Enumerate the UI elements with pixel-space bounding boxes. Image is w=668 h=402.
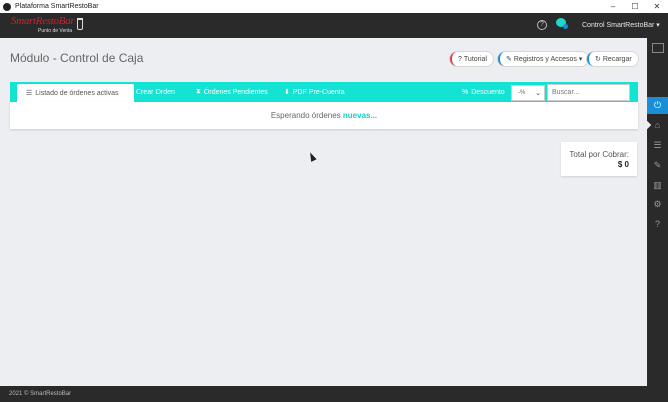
total-value: $ 0 xyxy=(617,160,629,169)
maximize-button[interactable]: ☐ xyxy=(624,0,646,13)
tab-pendientes-label: Órdenes Pendientes xyxy=(203,88,268,96)
menu-icon xyxy=(651,43,664,53)
user-menu[interactable]: Control SmartRestoBar ▾ xyxy=(582,21,660,29)
tutorial-button[interactable]: ? Tutorial xyxy=(450,52,493,66)
total-label: Total por Cobrar: xyxy=(569,150,629,159)
tab-crear-orden[interactable]: Crear Orden xyxy=(136,82,175,102)
sidebar-item-settings[interactable]: ⚙ xyxy=(647,195,668,213)
chat-notification-icon[interactable] xyxy=(556,18,568,30)
list-icon: ☰ xyxy=(653,139,662,150)
registros-label: Registros y Accesos ▾ xyxy=(513,56,583,63)
bar-chart-icon: ▥ xyxy=(653,179,662,190)
question-circle-icon: ? xyxy=(458,55,462,63)
edit-icon: ✎ xyxy=(653,159,662,170)
sidebar-item-list[interactable]: ☰ xyxy=(647,136,668,154)
minimize-button[interactable]: – xyxy=(602,0,624,13)
list-icon: ☰ xyxy=(26,90,33,97)
tab-listado[interactable]: ☰ Listado de órdenes activas xyxy=(17,84,134,102)
refresh-icon: ↻ xyxy=(595,56,601,63)
window-title: Plataforma SmartRestoBar xyxy=(15,3,99,10)
download-icon: ⬇ xyxy=(284,89,290,96)
percent-icon: % xyxy=(462,88,469,96)
sidebar-menu-toggle[interactable] xyxy=(647,40,668,56)
app-icon xyxy=(3,2,11,11)
waiting-message: Esperando órdenes nuevas... xyxy=(10,111,638,120)
search-input[interactable] xyxy=(547,84,630,101)
app-header: SmartRestoBar Punto de Venta ? Control S… xyxy=(0,13,668,38)
descuento-button[interactable]: % Descuento xyxy=(462,82,505,102)
discount-select[interactable]: -% ⌄ xyxy=(511,85,545,101)
logo-brand: SmartRestoBar xyxy=(11,15,75,27)
sidebar-item-edit[interactable]: ✎ xyxy=(647,156,668,174)
tab-pdf-label: PDF Pre-Cuenta xyxy=(292,88,345,96)
window-controls: – ☐ ✕ xyxy=(602,0,668,13)
home-icon: ⌂ xyxy=(654,120,661,130)
registros-accesos-button[interactable]: ✎ Registros y Accesos ▾ xyxy=(498,52,589,66)
tab-pdf-precuenta[interactable]: ⬇ PDF Pre-Cuenta xyxy=(284,82,345,102)
tab-crear-label: Crear Orden xyxy=(136,88,175,96)
tutorial-label: Tutorial xyxy=(463,55,487,63)
close-button[interactable]: ✕ xyxy=(646,0,668,13)
hourglass-icon: ⧗ xyxy=(196,88,201,95)
mouse-cursor-icon xyxy=(307,151,317,162)
recargar-button[interactable]: ↻ Recargar xyxy=(587,52,638,66)
waiting-text: Esperando órdenes xyxy=(270,111,341,120)
power-icon: ⏻ xyxy=(653,100,662,110)
window-titlebar: Plataforma SmartRestoBar – ☐ ✕ xyxy=(0,0,668,13)
help-icon[interactable]: ? xyxy=(537,20,547,30)
discount-select-value: -% xyxy=(518,90,526,96)
sidebar-item-help[interactable]: ? xyxy=(647,215,668,233)
gear-icon: ⚙ xyxy=(653,198,662,209)
footer: 2021 © SmartRestoBar xyxy=(0,386,647,402)
tab-ordenes-pendientes[interactable]: ⧗ Órdenes Pendientes xyxy=(196,82,268,102)
edit-icon: ✎ xyxy=(506,56,512,63)
recargar-label: Recargar xyxy=(602,55,632,63)
logo[interactable]: SmartRestoBar Punto de Venta xyxy=(11,16,83,35)
orders-panel: Esperando órdenes nuevas... xyxy=(10,102,638,129)
chevron-down-icon: ⌄ xyxy=(535,90,541,97)
sidebar-item-reports[interactable]: ▥ xyxy=(647,176,668,194)
logo-cup-icon xyxy=(77,18,83,30)
question-circle-icon: ? xyxy=(654,219,660,229)
sidebar-item-power[interactable]: ⏻ xyxy=(647,97,668,114)
tab-listado-label: Listado de órdenes activas xyxy=(35,89,119,97)
page-title: Módulo - Control de Caja xyxy=(10,51,144,65)
total-card: Total por Cobrar: $ 0 xyxy=(561,142,637,176)
descuento-label: Descuento xyxy=(471,88,505,96)
tab-bar: ☰ Listado de órdenes activas Crear Orden… xyxy=(10,82,638,102)
logo-subtitle: Punto de Venta xyxy=(38,28,73,34)
notification-dot xyxy=(563,24,568,29)
right-sidebar: ⏻ ⌂ ☰ ✎ ▥ ⚙ ? xyxy=(642,38,668,402)
waiting-emphasis: nuevas... xyxy=(342,111,378,120)
